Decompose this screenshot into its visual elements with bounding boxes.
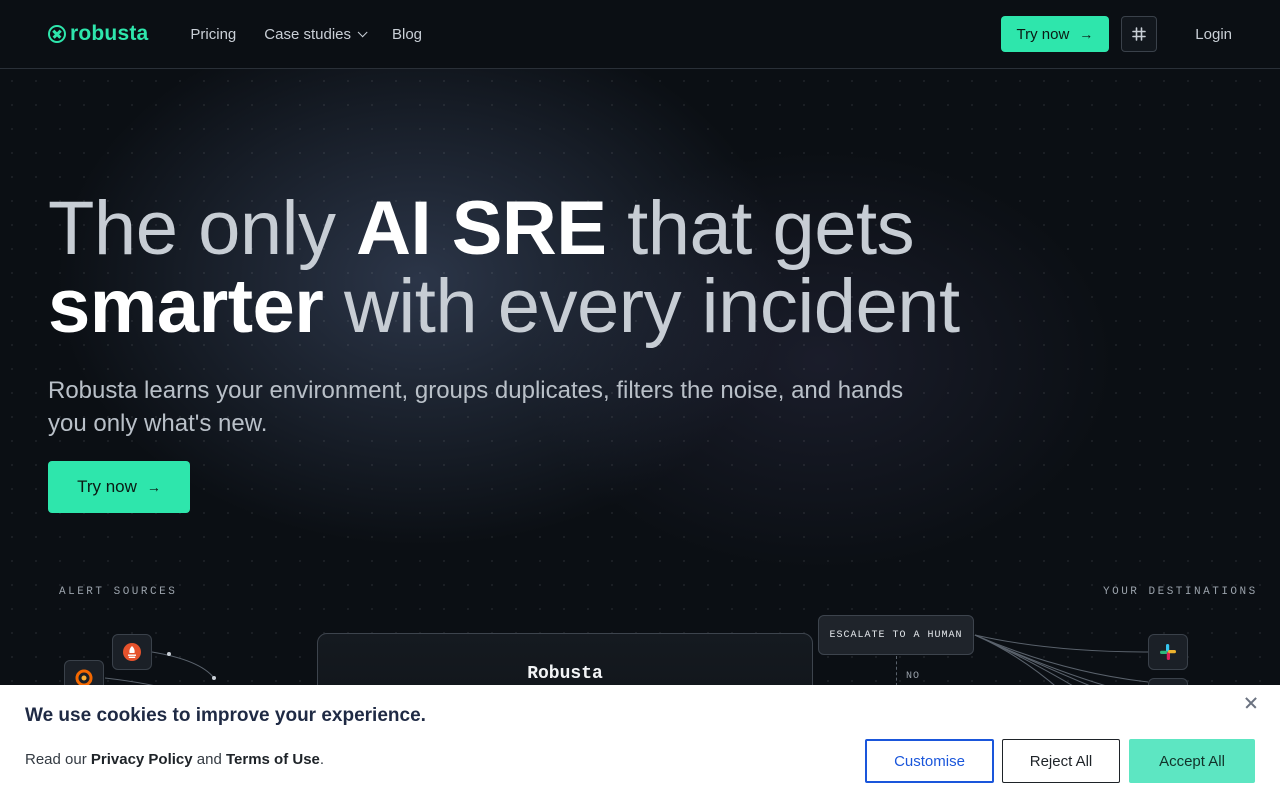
headline-part: with every incident — [323, 264, 960, 349]
nav-link-label: Pricing — [190, 25, 237, 43]
landing-page: robusta Pricing Case studies Blog Try no… — [0, 0, 1280, 800]
cookie-text-part: . — [319, 751, 325, 768]
arrow-right-icon: → — [1079, 26, 1094, 42]
nav-actions: Try now → Login — [1000, 16, 1232, 52]
robusta-logo-icon — [48, 25, 66, 43]
hero-try-now-button[interactable]: Try now → — [48, 461, 190, 513]
connector-dot — [167, 652, 171, 656]
headline-part: The only — [48, 186, 357, 271]
customise-cookies-button[interactable]: Customise — [865, 739, 994, 783]
logo-text: robusta — [70, 22, 149, 45]
nav-link-case-studies[interactable]: Case studies — [264, 25, 368, 43]
prometheus-icon — [123, 643, 141, 661]
cookie-title: We use cookies to improve your experienc… — [25, 705, 426, 726]
login-link[interactable]: Login — [1195, 26, 1232, 43]
nav-link-label: Case studies — [264, 25, 351, 43]
cookie-text: Read our Privacy Policy and Terms of Use… — [25, 751, 324, 768]
prometheus-source — [112, 634, 152, 670]
slack-community-button[interactable] — [1121, 16, 1158, 52]
close-icon[interactable] — [1243, 695, 1259, 711]
headline-part: that gets — [606, 186, 915, 271]
nav-link-label: Blog — [392, 25, 423, 43]
reject-all-cookies-button[interactable]: Reject All — [1002, 739, 1120, 783]
headline-bold-part: smarter — [48, 264, 324, 349]
button-label: Try now — [77, 477, 137, 496]
privacy-policy-link[interactable]: Privacy Policy — [91, 751, 193, 768]
escalate-to-human-node: ESCALATE TO A HUMAN — [818, 615, 974, 655]
headline-bold-part: AI SRE — [356, 186, 607, 271]
terms-of-use-link[interactable]: Terms of Use — [226, 751, 320, 768]
destination-connector-line — [974, 634, 1149, 683]
destination-connector-line — [974, 634, 1081, 690]
hero-headline: The only AI SRE that gets smarter with ev… — [48, 190, 1048, 346]
top-navbar: robusta Pricing Case studies Blog Try no… — [0, 0, 1280, 69]
dashed-connector — [896, 656, 897, 686]
nav-link-blog[interactable]: Blog — [392, 26, 422, 43]
robusta-logo[interactable]: robusta — [48, 22, 148, 46]
no-branch-label: NO — [906, 671, 921, 682]
cookie-banner: We use cookies to improve your experienc… — [0, 685, 1280, 800]
source-connector-line — [151, 651, 215, 679]
cookie-text-part: and — [192, 751, 226, 768]
slack-icon — [1132, 27, 1147, 41]
slack-icon — [1160, 644, 1176, 660]
cookie-text-part: Read our — [25, 751, 91, 768]
nav-link-pricing[interactable]: Pricing — [190, 26, 236, 43]
chevron-down-icon — [357, 26, 368, 37]
destination-connector-line — [974, 634, 1121, 690]
hero-subheading: Robusta learns your environment, groups … — [48, 377, 904, 437]
slack-destination — [1148, 634, 1188, 670]
arrow-right-icon: → — [146, 479, 161, 495]
connector-dot — [212, 676, 216, 680]
accept-all-cookies-button[interactable]: Accept All — [1129, 739, 1255, 783]
button-label: Try now — [1016, 25, 1070, 43]
destination-connector-line — [974, 634, 1149, 653]
nav-try-now-button[interactable]: Try now → — [1000, 16, 1110, 52]
